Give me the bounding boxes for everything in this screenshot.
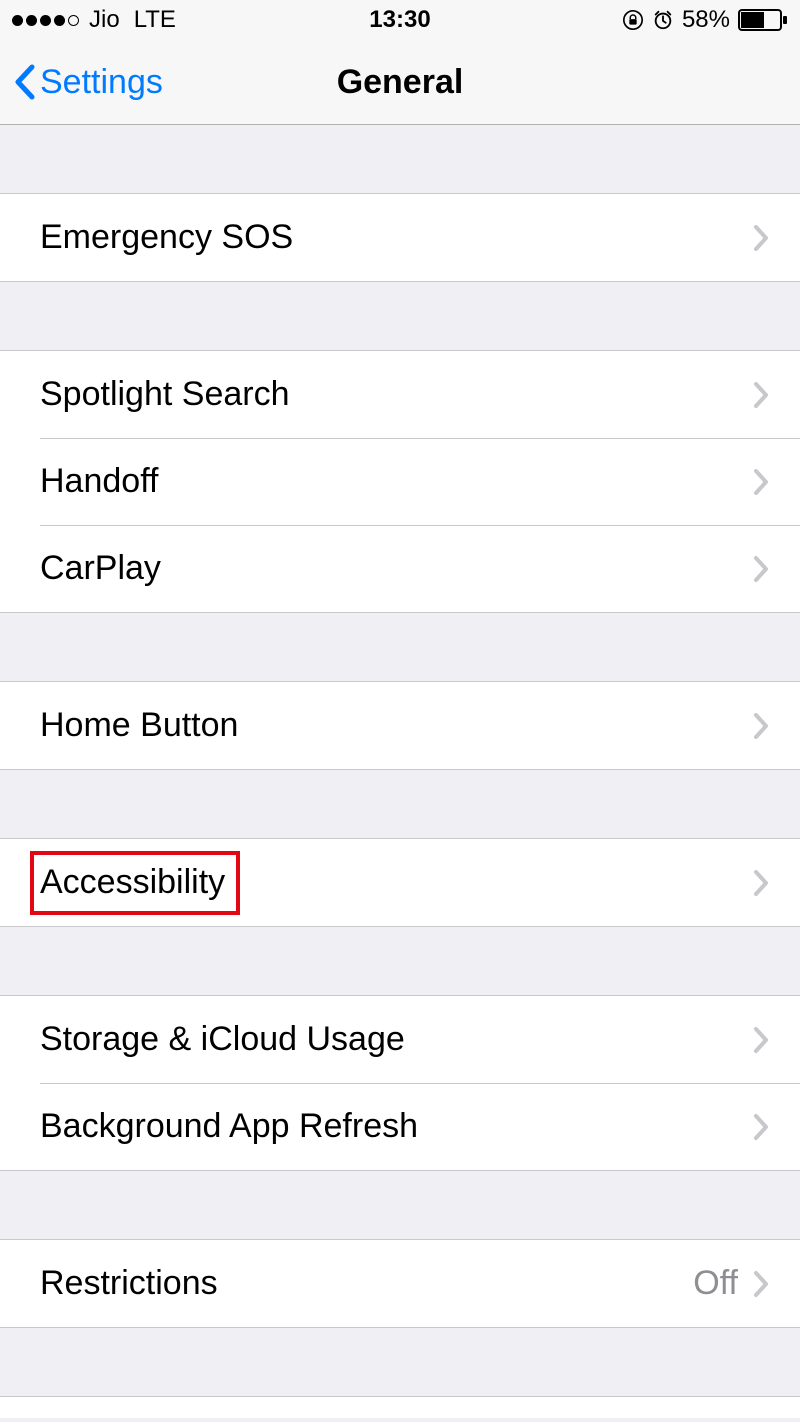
chevron-right-icon [752, 711, 770, 741]
group-spacer [0, 1171, 800, 1239]
row-label: Accessibility [40, 863, 752, 902]
row-spotlight-search[interactable]: Spotlight Search [0, 351, 800, 438]
chevron-right-icon [752, 868, 770, 898]
row-home-button[interactable]: Home Button [0, 682, 800, 769]
chevron-right-icon [752, 223, 770, 253]
alarm-icon [652, 9, 674, 31]
back-label: Settings [40, 63, 163, 102]
row-label: Background App Refresh [40, 1107, 752, 1146]
status-right: 58% [622, 6, 788, 34]
group-spacer [0, 927, 800, 995]
row-label: CarPlay [40, 549, 752, 588]
clock-label: 13:30 [369, 6, 430, 34]
row-restrictions[interactable]: Restrictions Off [0, 1240, 800, 1327]
settings-group: Storage & iCloud Usage Background App Re… [0, 995, 800, 1171]
status-bar: Jio LTE 13:30 58% [0, 0, 800, 40]
chevron-right-icon [752, 467, 770, 497]
row-handoff[interactable]: Handoff [0, 438, 800, 525]
chevron-right-icon [752, 380, 770, 410]
row-accessibility[interactable]: Accessibility [0, 839, 800, 926]
row-label: Spotlight Search [40, 375, 752, 414]
row-label: Restrictions [40, 1264, 693, 1303]
battery-percent-label: 58% [682, 6, 730, 34]
chevron-right-icon [752, 554, 770, 584]
navigation-bar: Settings General [0, 40, 800, 125]
row-label: Storage & iCloud Usage [40, 1020, 752, 1059]
content-scroll[interactable]: Emergency SOS Spotlight Search Handoff C… [0, 125, 800, 1418]
row-emergency-sos[interactable]: Emergency SOS [0, 194, 800, 281]
chevron-right-icon [752, 1025, 770, 1055]
signal-strength-icon [12, 15, 79, 26]
row-label: Handoff [40, 462, 752, 501]
settings-group: Emergency SOS [0, 193, 800, 282]
group-spacer [0, 1328, 800, 1396]
row-storage-icloud-usage[interactable]: Storage & iCloud Usage [0, 996, 800, 1083]
settings-group: Restrictions Off [0, 1239, 800, 1328]
chevron-right-icon [752, 1269, 770, 1299]
orientation-lock-icon [622, 9, 644, 31]
chevron-left-icon [12, 63, 36, 101]
group-spacer [0, 613, 800, 681]
row-value: Off [693, 1264, 738, 1303]
group-spacer [0, 282, 800, 350]
group-spacer [0, 770, 800, 838]
row-label: Emergency SOS [40, 218, 752, 257]
settings-group: Home Button [0, 681, 800, 770]
battery-icon [738, 9, 788, 31]
network-label: LTE [134, 6, 176, 34]
row-date-time[interactable] [0, 1396, 800, 1418]
carrier-label: Jio [89, 6, 120, 34]
status-left: Jio LTE [12, 6, 176, 34]
row-background-app-refresh[interactable]: Background App Refresh [0, 1083, 800, 1170]
page-title: General [337, 63, 464, 102]
group-spacer [0, 125, 800, 193]
chevron-right-icon [752, 1112, 770, 1142]
row-carplay[interactable]: CarPlay [0, 525, 800, 612]
row-label: Home Button [40, 706, 752, 745]
settings-group: Accessibility [0, 838, 800, 927]
back-button[interactable]: Settings [12, 63, 163, 102]
settings-group: Spotlight Search Handoff CarPlay [0, 350, 800, 613]
